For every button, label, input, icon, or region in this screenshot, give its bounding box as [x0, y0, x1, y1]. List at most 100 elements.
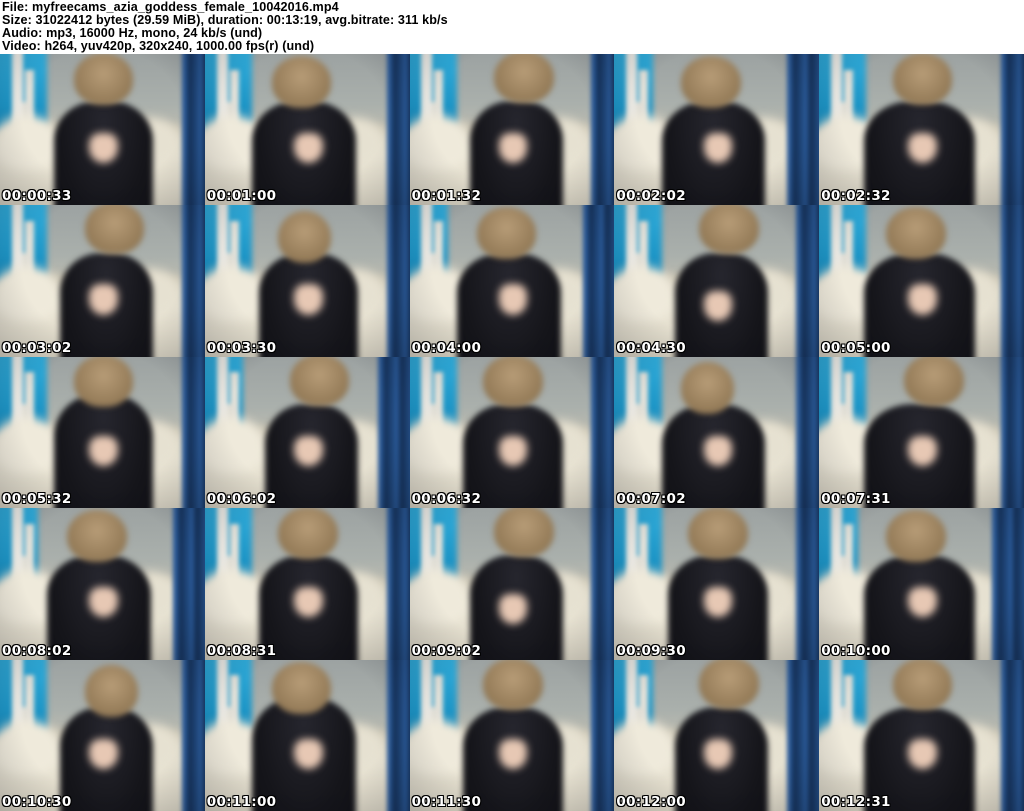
silhouette-hair — [494, 508, 554, 558]
curtain — [582, 205, 615, 357]
thumbnail-cell: 00:10:30 — [0, 659, 205, 811]
silhouette-hair — [84, 664, 138, 717]
file-value: myfreecams_azia_goddess_female_10042016.… — [32, 0, 339, 14]
pillow — [409, 720, 471, 776]
thumbnail-placeholder-art — [204, 508, 410, 660]
curtain — [591, 356, 615, 509]
curtain — [796, 356, 820, 509]
thumbnail-placeholder-art — [409, 659, 615, 811]
silhouette-hair — [903, 356, 964, 406]
thumbnail-placeholder-art — [614, 205, 820, 357]
thumbnail-placeholder-art — [409, 356, 615, 509]
silhouette-hair — [289, 356, 350, 406]
file-metadata-header: File: myfreecams_azia_goddess_female_100… — [0, 0, 1024, 54]
audio-label: Audio: — [2, 26, 43, 41]
silhouette-hair — [84, 205, 145, 255]
timestamp-overlay: 00:09:30 — [616, 642, 686, 659]
thumbnail-cell: 00:09:02 — [409, 508, 615, 660]
silhouette-detail — [293, 435, 323, 466]
silhouette-hair — [73, 356, 134, 408]
silhouette-detail — [908, 738, 938, 769]
silhouette-detail — [703, 133, 733, 164]
timestamp-overlay: 00:12:00 — [616, 793, 686, 810]
timestamp-overlay: 00:06:02 — [206, 491, 277, 508]
timestamp-overlay: 00:01:32 — [411, 188, 482, 205]
curtain — [787, 54, 820, 206]
thumbnail-placeholder-art — [614, 508, 820, 660]
thumbnail-cell: 00:08:02 — [0, 508, 205, 660]
thumbnail-placeholder-art — [409, 54, 615, 206]
thumbnail-placeholder-art — [204, 659, 410, 811]
curtain — [796, 508, 820, 660]
thumbnail-cell: 00:06:02 — [204, 356, 410, 509]
thumbnail-placeholder-art — [819, 205, 1024, 357]
thumbnail-cell: 00:00:33 — [0, 54, 205, 206]
silhouette-hair — [271, 661, 332, 714]
curtain — [1001, 205, 1024, 357]
thumbnail-grid: 00:00:33 00:01:00 00:01:32 00:02:02 00:0… — [0, 54, 1024, 811]
silhouette-detail — [908, 284, 938, 315]
thumbnail-placeholder-art — [204, 54, 410, 206]
timestamp-overlay: 00:05:00 — [821, 339, 891, 356]
silhouette-hair — [483, 659, 543, 711]
timestamp-overlay: 00:10:30 — [2, 793, 72, 810]
thumbnail-cell: 00:11:30 — [409, 659, 615, 811]
thumbnail-cell: 00:01:32 — [409, 54, 615, 206]
silhouette-hair — [892, 54, 953, 105]
thumbnail-placeholder-art — [204, 356, 410, 509]
thumbnail-placeholder-art — [819, 356, 1024, 509]
curtain — [1001, 659, 1024, 811]
silhouette-detail — [89, 284, 118, 315]
thumbnail-cell: 00:12:31 — [819, 659, 1024, 811]
size-value: 31022412 bytes (29.59 MiB), duration: 00… — [35, 13, 448, 28]
silhouette-hair — [688, 508, 748, 559]
video-info-line: Video: h264, yuv420p, 320x240, 1000.00 f… — [2, 40, 1024, 53]
curtain — [796, 205, 820, 357]
silhouette-detail — [89, 435, 118, 466]
curtain — [591, 659, 615, 811]
thumbnail-cell: 00:05:32 — [0, 356, 205, 509]
silhouette-hair — [67, 510, 127, 563]
timestamp-overlay: 00:09:02 — [411, 642, 482, 659]
thumbnail-cell: 00:07:31 — [819, 356, 1024, 509]
silhouette-detail — [498, 284, 528, 315]
thumbnail-placeholder-art — [614, 659, 820, 811]
thumbnail-placeholder-art — [819, 508, 1024, 660]
thumbnail-cell: 00:02:02 — [614, 54, 820, 206]
thumbnail-placeholder-art — [0, 54, 205, 206]
silhouette-hair — [699, 205, 759, 255]
thumbnail-cell: 00:06:32 — [409, 356, 615, 509]
curtain — [386, 205, 410, 357]
pillow — [204, 417, 266, 473]
thumbnail-placeholder-art — [409, 508, 615, 660]
thumbnail-placeholder-art — [614, 54, 820, 206]
silhouette-hair — [699, 659, 759, 709]
thumbnail-cell: 00:12:00 — [614, 659, 820, 811]
silhouette-hair — [278, 210, 332, 263]
silhouette-hair — [494, 54, 554, 103]
silhouette-detail — [498, 738, 528, 769]
silhouette-hair — [892, 659, 953, 711]
thumbnail-placeholder-art — [614, 356, 820, 509]
timestamp-overlay: 00:02:32 — [821, 188, 891, 205]
timestamp-overlay: 00:04:00 — [411, 339, 482, 356]
curtain — [992, 508, 1024, 660]
thumbnail-cell: 00:01:00 — [204, 54, 410, 206]
thumbnail-placeholder-art — [409, 205, 615, 357]
thumbnail-placeholder-art — [0, 205, 205, 357]
thumbnail-cell: 00:07:02 — [614, 356, 820, 509]
timestamp-overlay: 00:05:32 — [2, 491, 72, 508]
thumbnail-cell: 00:09:30 — [614, 508, 820, 660]
silhouette-detail — [293, 284, 323, 315]
silhouette-hair — [886, 510, 946, 563]
silhouette-detail — [293, 133, 323, 164]
silhouette-detail — [908, 435, 938, 466]
curtain — [591, 508, 615, 660]
silhouette-detail — [89, 133, 118, 164]
audio-value: mp3, 16000 Hz, mono, 24 kb/s (und) — [46, 26, 263, 41]
timestamp-overlay: 00:07:31 — [821, 491, 891, 508]
timestamp-overlay: 00:10:00 — [821, 642, 891, 659]
thumbnail-placeholder-art — [819, 54, 1024, 206]
curtain — [181, 205, 205, 357]
silhouette-hair — [476, 207, 537, 260]
